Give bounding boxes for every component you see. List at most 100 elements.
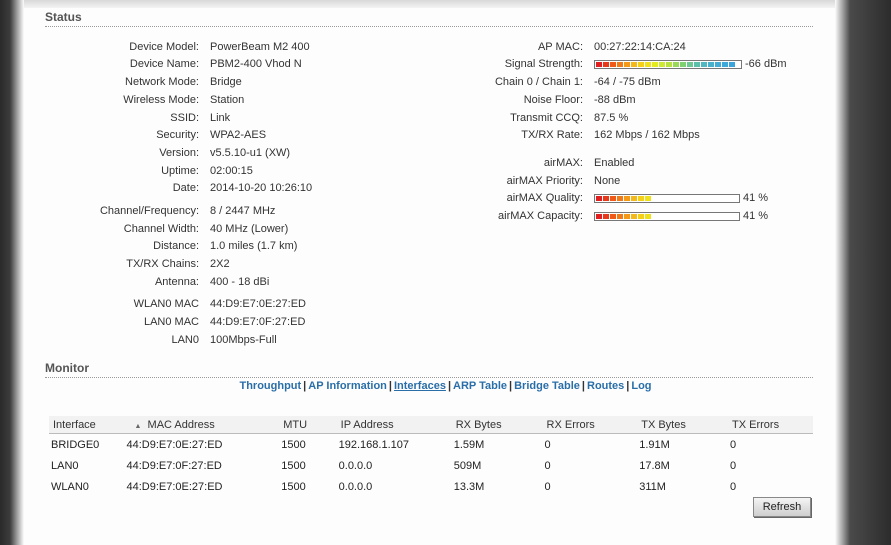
- meter-segment: [673, 196, 679, 201]
- status-value: None: [594, 175, 621, 187]
- table-cell: 192.168.1.107: [338, 438, 409, 451]
- top-bar: [24, 0, 835, 8]
- meter-segment: [638, 196, 644, 201]
- table-cell: 1500: [281, 438, 306, 451]
- status-row: Transmit CCQ: 87.5 %: [0, 111, 891, 125]
- column-header-label: RX Bytes: [455, 418, 502, 431]
- meter-segment: [715, 62, 721, 67]
- status-value: -66 dBm: [745, 58, 787, 70]
- interfaces-table: Interface ▲ MAC Address MTU IP Address RX By…: [49, 416, 813, 497]
- monitor-link-throughput[interactable]: Throughput: [239, 380, 301, 392]
- table-cell: WLAN0: [51, 480, 89, 493]
- meter-segment: [666, 214, 672, 219]
- monitor-link-ap-information[interactable]: AP Information: [308, 380, 387, 392]
- status-row: Noise Floor: -88 dBm: [0, 93, 891, 107]
- table-cell: 17.8M: [639, 459, 670, 472]
- status-value: 1.0 miles (1.7 km): [210, 240, 298, 252]
- meter-segment: [603, 196, 609, 201]
- table-cell: 0: [544, 480, 551, 493]
- column-header-mac-address[interactable]: ▲ MAC Address: [124, 416, 280, 434]
- column-header-label: MAC Address: [147, 418, 215, 431]
- meter-segment: [645, 62, 651, 67]
- meter-segment: [729, 196, 735, 201]
- meter-segment: [596, 62, 602, 67]
- monitor-link-bridge-table[interactable]: Bridge Table: [514, 380, 580, 392]
- table-cell: 44:D9:E7:0E:27:ED: [126, 438, 223, 451]
- meter-segment: [624, 196, 630, 201]
- meter-segment: [610, 214, 616, 219]
- meter-segment: [708, 214, 714, 219]
- status-row: airMAX Capacity: 41 %: [0, 209, 891, 223]
- status-value: 44:D9:E7:0E:27:ED: [210, 298, 307, 310]
- meter-segment: [687, 62, 693, 67]
- status-value: 44:D9:E7:0F:27:ED: [210, 316, 306, 328]
- monitor-link-arp-table[interactable]: ARP Table: [453, 380, 507, 392]
- meter-segment: [631, 196, 637, 201]
- status-row: WLAN0 MAC 44:D9:E7:0E:27:ED: [0, 297, 400, 311]
- meter-segment: [617, 196, 623, 201]
- link-separator: |: [388, 380, 392, 392]
- meter-segment: [680, 196, 686, 201]
- status-value: 41 %: [743, 210, 769, 222]
- table-cell: 1.91M: [639, 438, 670, 451]
- status-label: TX/RX Rate:: [521, 129, 583, 141]
- column-header-label: TX Errors: [732, 418, 780, 431]
- status-label: Signal Strength:: [504, 58, 583, 70]
- meter-segment: [715, 196, 721, 201]
- column-header-tx-errors[interactable]: TX Errors: [728, 416, 813, 434]
- status-row: Distance: 1.0 miles (1.7 km): [0, 239, 400, 253]
- column-header-interface[interactable]: Interface: [49, 416, 125, 434]
- meter-segment: [722, 214, 728, 219]
- meter-segment: [694, 196, 700, 201]
- meter-segment: [638, 62, 644, 67]
- link-separator: |: [509, 380, 513, 392]
- meter-segment: [673, 62, 679, 67]
- link-separator: |: [447, 380, 452, 392]
- sort-ascending-icon: ▲: [134, 422, 142, 430]
- refresh-button[interactable]: Refresh: [753, 497, 811, 517]
- table-row: LAN0 44:D9:E7:0F:27:ED 1500 0.0.0.0 509M 0 17.…: [49, 455, 813, 476]
- table-cell: 509M: [453, 459, 482, 472]
- status-value: 40 MHz (Lower): [210, 223, 289, 235]
- meter-segment: [652, 214, 658, 219]
- status-row: airMAX: Enabled: [0, 156, 891, 170]
- meter-segment: [708, 62, 714, 67]
- table-cell: 0: [730, 459, 737, 472]
- monitor-link-interfaces[interactable]: Interfaces: [394, 380, 446, 392]
- table-cell: 0.0.0.0: [338, 459, 373, 472]
- status-label: LAN0: [171, 334, 199, 346]
- meter-segment: [701, 196, 707, 201]
- column-header-tx-bytes[interactable]: TX Bytes: [637, 416, 729, 434]
- column-header-label: IP Address: [340, 418, 394, 431]
- status-label: Transmit CCQ:: [510, 112, 583, 124]
- monitor-link-log[interactable]: Log: [631, 380, 651, 392]
- status-value: 100Mbps-Full: [210, 334, 277, 346]
- status-value: 400 - 18 dBi: [210, 276, 270, 288]
- table-cell: 1.59M: [453, 438, 485, 451]
- status-value: 87.5 %: [594, 112, 629, 124]
- meter-segment: [659, 196, 665, 201]
- table-cell: 0: [544, 459, 551, 472]
- table-cell: 13.3M: [453, 480, 485, 493]
- signal-strength-meter: [594, 60, 742, 69]
- meter-segment: [659, 62, 665, 67]
- column-header-ip-address[interactable]: IP Address: [336, 416, 452, 434]
- status-row: airMAX Priority: None: [0, 174, 891, 188]
- table-row: BRIDGE0 44:D9:E7:0E:27:ED 1500 192.168.1.10…: [49, 434, 813, 456]
- meter-segment: [701, 62, 707, 67]
- column-header-rx-errors[interactable]: RX Errors: [542, 416, 638, 434]
- link-separator: |: [626, 380, 630, 392]
- meter-segment: [596, 214, 602, 219]
- column-header-rx-bytes[interactable]: RX Bytes: [451, 416, 543, 434]
- meter-segment: [638, 214, 644, 219]
- status-value: -64 / -75 dBm: [594, 76, 661, 88]
- meter-segment: [722, 196, 728, 201]
- status-label: WLAN0 MAC: [133, 298, 199, 310]
- column-header-label: TX Bytes: [641, 418, 686, 431]
- status-label: Antenna:: [154, 276, 199, 288]
- column-header-mtu[interactable]: MTU: [279, 416, 337, 434]
- monitor-link-routes[interactable]: Routes: [587, 380, 624, 392]
- status-label: airMAX:: [543, 157, 583, 169]
- meter-segment: [603, 214, 609, 219]
- status-value: 162 Mbps / 162 Mbps: [594, 129, 700, 141]
